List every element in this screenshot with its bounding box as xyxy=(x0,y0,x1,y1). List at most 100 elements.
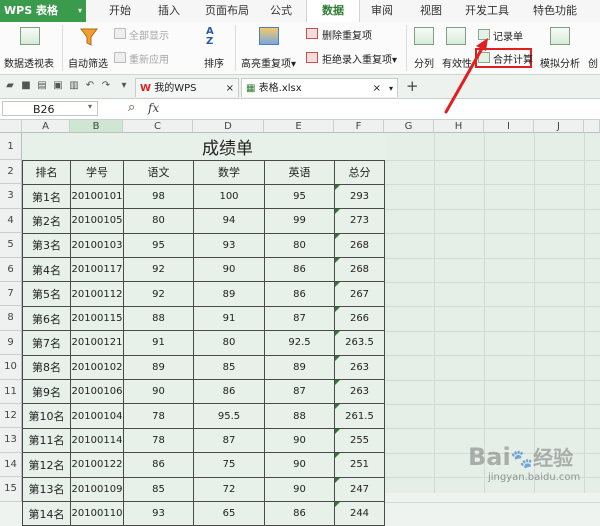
total-cell[interactable]: 267 xyxy=(334,281,385,307)
select-all-corner[interactable] xyxy=(0,120,22,133)
rank-cell[interactable]: 第10名 xyxy=(22,403,71,429)
row-header[interactable]: 7 xyxy=(0,282,22,307)
row-header[interactable]: 12 xyxy=(0,404,22,429)
table-cell[interactable]: 86 xyxy=(264,257,335,283)
autofilter-button[interactable]: 自动筛选 xyxy=(66,25,112,71)
table-cell[interactable]: 20100101 xyxy=(70,183,124,210)
rank-cell[interactable]: 第5名 xyxy=(22,281,71,307)
save-icon[interactable]: ■ xyxy=(20,80,32,92)
table-cell[interactable]: 20100103 xyxy=(70,232,124,259)
rank-cell[interactable]: 第11名 xyxy=(22,427,71,454)
row-header[interactable]: 1 xyxy=(0,133,22,160)
consolidate-button[interactable]: 合并计算 xyxy=(478,51,536,66)
close-tab-icon[interactable]: × xyxy=(373,79,381,98)
table-cell[interactable]: 78 xyxy=(123,427,194,454)
table-cell[interactable]: 80 xyxy=(264,232,335,259)
table-cell[interactable]: 95 xyxy=(123,232,194,259)
total-cell[interactable]: 244 xyxy=(334,500,385,526)
table-cell[interactable]: 92.5 xyxy=(264,330,335,356)
total-cell[interactable]: 263 xyxy=(334,379,385,405)
column-header[interactable]: F xyxy=(334,120,384,133)
print-icon[interactable]: ▤ xyxy=(36,80,48,92)
table-cell[interactable]: 20100104 xyxy=(70,403,124,429)
column-header[interactable]: G xyxy=(384,120,434,133)
tab-home[interactable]: 开始 xyxy=(100,0,140,22)
sort-button[interactable]: AZ 排序 xyxy=(200,25,232,71)
tab-data[interactable]: 数据 xyxy=(306,0,360,23)
table-cell[interactable]: 88 xyxy=(264,403,335,429)
table-cell[interactable]: 86 xyxy=(193,379,265,405)
tab-special[interactable]: 特色功能 xyxy=(522,0,588,22)
tab-workbook[interactable]: ▦ 表格.xlsx × ▾ xyxy=(241,78,398,97)
total-cell[interactable]: 268 xyxy=(334,257,385,283)
row-header[interactable]: 14 xyxy=(0,452,22,478)
table-cell[interactable]: 86 xyxy=(264,281,335,307)
total-cell[interactable]: 261.5 xyxy=(334,403,385,429)
close-tab-icon[interactable]: × xyxy=(226,79,234,98)
what-if-analysis-button[interactable]: 模拟分析 xyxy=(538,25,582,71)
rank-cell[interactable]: 第8名 xyxy=(22,354,71,381)
text-to-columns-button[interactable]: 分列 xyxy=(410,25,438,71)
table-cell[interactable]: 99 xyxy=(264,208,335,234)
total-cell[interactable]: 255 xyxy=(334,427,385,454)
table-cell[interactable]: 88 xyxy=(123,305,194,332)
column-header[interactable]: C xyxy=(123,120,193,133)
tab-insert[interactable]: 插入 xyxy=(146,0,192,22)
reapply-button[interactable]: 重新应用 xyxy=(114,51,174,66)
tab-developer[interactable]: 开发工具 xyxy=(458,0,516,22)
table-cell[interactable]: 80 xyxy=(193,330,265,356)
tab-view[interactable]: 视图 xyxy=(410,0,452,22)
record-form-button[interactable]: 记录单 xyxy=(478,28,530,43)
column-header[interactable]: E xyxy=(264,120,334,133)
rank-cell[interactable]: 第1名 xyxy=(22,183,71,210)
name-box[interactable]: B26 xyxy=(2,101,98,116)
row-header[interactable]: 4 xyxy=(0,208,22,234)
fx-icon[interactable]: fx xyxy=(148,101,159,115)
row-header[interactable]: 2 xyxy=(0,160,22,185)
total-cell[interactable]: 268 xyxy=(334,232,385,259)
highlight-duplicates-button[interactable]: 高亮重复项▾ xyxy=(239,25,303,71)
rank-cell[interactable]: 第4名 xyxy=(22,257,71,283)
table-cell[interactable]: 87 xyxy=(264,379,335,405)
table-cell[interactable]: 20100110 xyxy=(70,500,124,526)
row-header[interactable]: 3 xyxy=(0,184,22,209)
new-tab-icon[interactable]: + xyxy=(406,77,419,95)
total-cell[interactable]: 263.5 xyxy=(334,330,385,356)
open-folder-icon[interactable]: ▰ xyxy=(4,80,16,92)
table-cell[interactable]: 95 xyxy=(264,183,335,210)
name-box-caret-icon[interactable]: ▾ xyxy=(88,102,92,111)
pivot-table-button[interactable]: 数据透视表 xyxy=(4,25,56,71)
reject-duplicates-button[interactable]: 拒绝录入重复项▾ xyxy=(306,51,404,66)
data-validity-button[interactable]: 有效性 xyxy=(440,25,474,71)
table-cell[interactable]: 90 xyxy=(123,379,194,405)
tab-my-wps[interactable]: W 我的WPS × xyxy=(135,78,239,97)
table-cell[interactable]: 90 xyxy=(193,257,265,283)
total-cell[interactable]: 263 xyxy=(334,354,385,381)
rank-cell[interactable]: 第9名 xyxy=(22,379,71,405)
row-header[interactable]: 15 xyxy=(0,477,22,502)
rank-cell[interactable]: 第7名 xyxy=(22,330,71,356)
column-title[interactable]: 排名 xyxy=(22,159,71,185)
rank-cell[interactable]: 第12名 xyxy=(22,452,71,478)
table-cell[interactable]: 89 xyxy=(264,354,335,381)
total-cell[interactable]: 247 xyxy=(334,476,385,502)
table-cell[interactable]: 91 xyxy=(123,330,194,356)
table-cell[interactable]: 89 xyxy=(193,281,265,307)
table-cell[interactable]: 95.5 xyxy=(193,403,265,429)
total-cell[interactable]: 266 xyxy=(334,305,385,332)
table-cell[interactable]: 85 xyxy=(123,476,194,502)
table-cell[interactable]: 75 xyxy=(193,452,265,478)
table-cell[interactable]: 65 xyxy=(193,500,265,526)
row-header[interactable]: 5 xyxy=(0,233,22,258)
table-cell[interactable]: 90 xyxy=(264,452,335,478)
tab-page-layout[interactable]: 页面布局 xyxy=(196,0,258,22)
row-header[interactable]: 10 xyxy=(0,355,22,380)
table-cell[interactable]: 20100106 xyxy=(70,379,124,405)
table-cell[interactable]: 92 xyxy=(123,281,194,307)
table-cell[interactable]: 20100102 xyxy=(70,354,124,381)
total-cell[interactable]: 251 xyxy=(334,452,385,478)
table-cell[interactable]: 90 xyxy=(264,476,335,502)
more-icon[interactable]: ▾ xyxy=(118,80,130,92)
table-cell[interactable]: 80 xyxy=(123,208,194,234)
table-cell[interactable]: 20100109 xyxy=(70,476,124,502)
